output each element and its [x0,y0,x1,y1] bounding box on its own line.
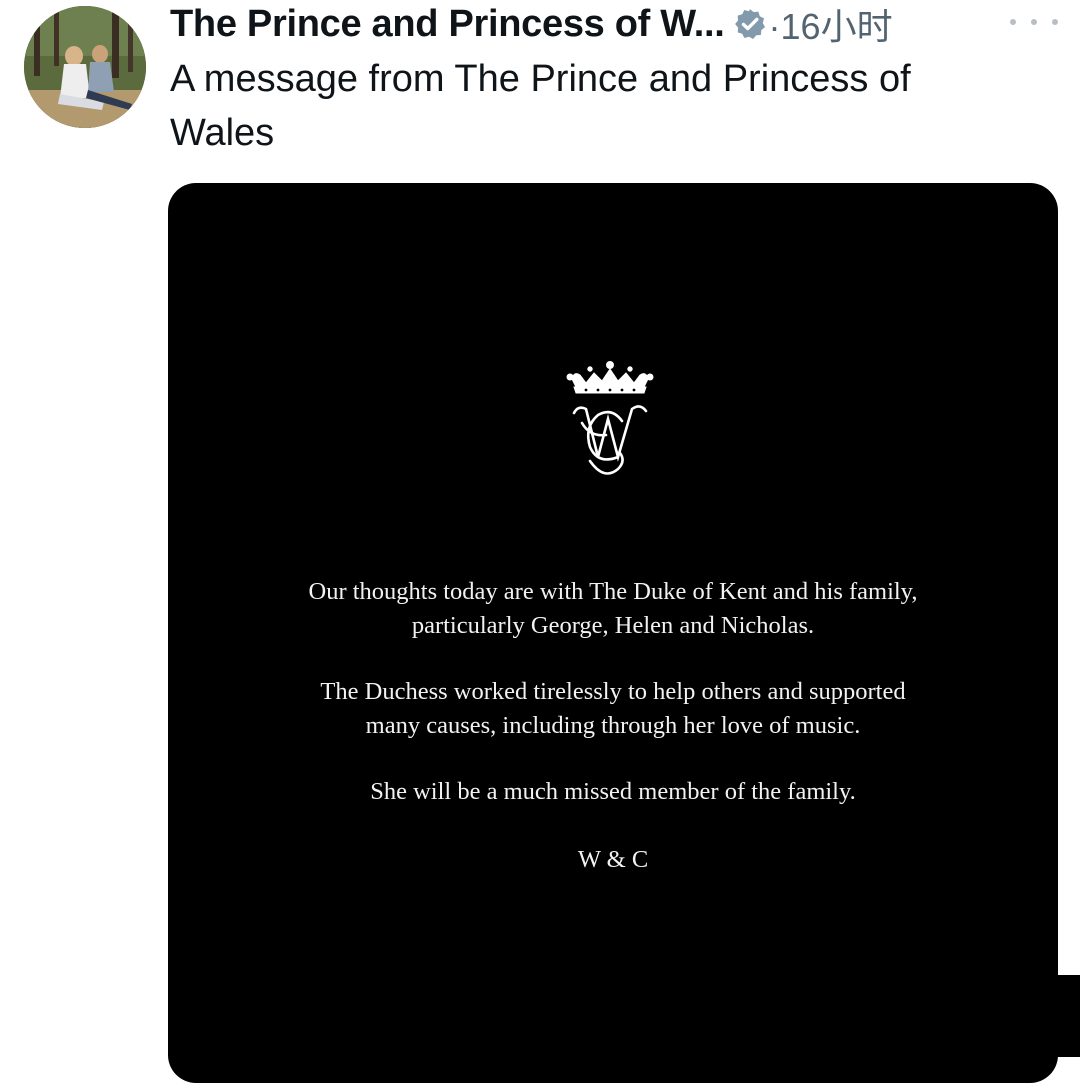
statement-line: Our thoughts today are with The Duke of … [308,578,918,605]
more-options-icon[interactable] [1010,10,1058,34]
post-timestamp[interactable]: ·16小时 [769,0,893,50]
profile-avatar[interactable] [24,6,146,128]
verified-badge-icon [733,7,767,41]
more-dot [1031,19,1037,25]
crown-monogram-icon [560,357,660,481]
statement-text: Our thoughts today are with The Duke of … [208,575,1018,877]
statement-line: The Duchess worked tirelessly to help ot… [320,678,906,705]
statement-line: particularly George, Helen and Nicholas. [411,612,815,639]
edge-overlay [1057,975,1080,1057]
author-name[interactable]: The Prince and Princess of W... [170,3,725,46]
statement-line: She will be a much missed member of the … [370,778,856,805]
avatar-photo [24,6,146,128]
statement-line: many causes, including through her love … [365,712,861,739]
statement-signature: W & C [577,846,649,873]
post-image[interactable]: Our thoughts today are with The Duke of … [168,183,1058,1083]
more-dot [1010,19,1016,25]
post-text: A message from The Prince and Princess o… [170,58,911,154]
more-dot [1052,19,1058,25]
post-header: The Prince and Princess of W... ·16小时 [170,2,893,48]
